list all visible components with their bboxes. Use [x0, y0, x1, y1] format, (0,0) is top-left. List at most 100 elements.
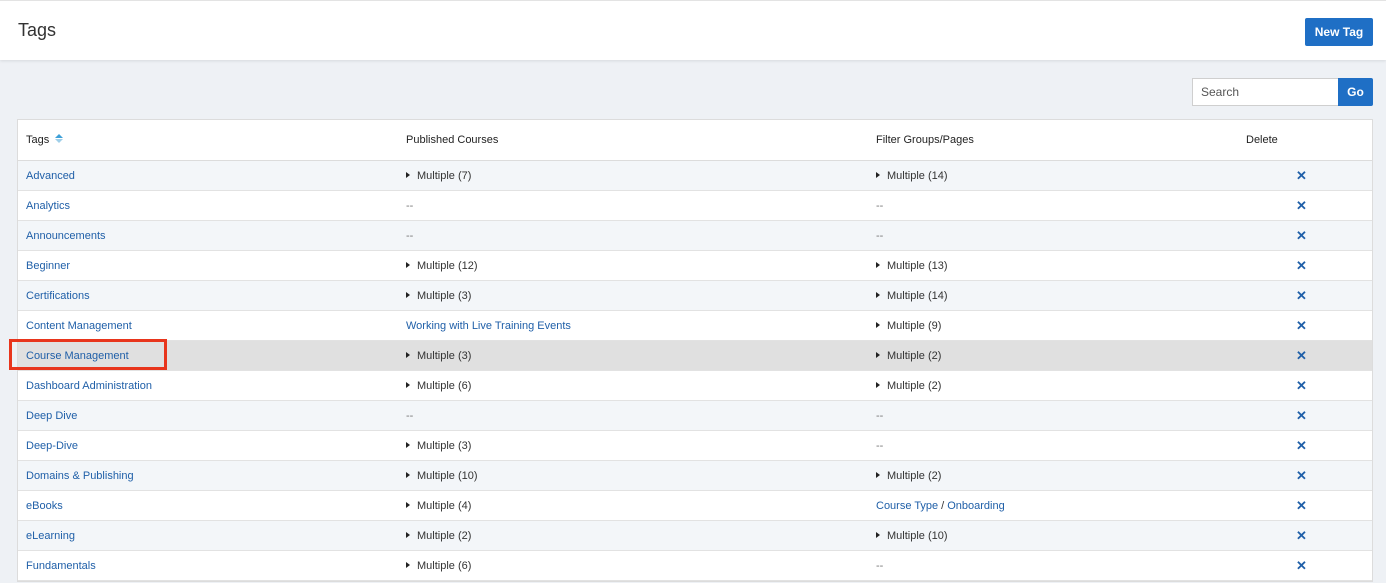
courses-expander[interactable]: Multiple (12) [406, 260, 478, 272]
caret-right-icon [876, 291, 880, 298]
caret-right-icon [876, 261, 880, 268]
delete-icon[interactable]: ✕ [1296, 259, 1307, 272]
delete-icon[interactable]: ✕ [1296, 529, 1307, 542]
sort-icon[interactable] [55, 134, 64, 144]
courses-expander[interactable]: Multiple (4) [406, 500, 471, 512]
filters-count: Multiple (2) [887, 379, 942, 392]
courses-expander[interactable]: Multiple (3) [406, 350, 471, 362]
tag-link[interactable]: Announcements [26, 230, 106, 242]
delete-icon[interactable]: ✕ [1296, 289, 1307, 302]
filters-link[interactable]: Onboarding [947, 500, 1005, 512]
tag-cell: Certifications [18, 280, 398, 311]
filters-expander[interactable]: Multiple (13) [876, 260, 948, 272]
tag-link[interactable]: Content Management [26, 320, 132, 332]
delete-cell: ✕ [1246, 310, 1372, 341]
caret-right-icon [406, 261, 410, 268]
delete-cell: ✕ [1246, 520, 1372, 551]
delete-cell: ✕ [1246, 340, 1372, 371]
tag-link[interactable]: Certifications [26, 290, 90, 302]
delete-icon[interactable]: ✕ [1296, 379, 1307, 392]
filters-expander[interactable]: Multiple (9) [876, 320, 941, 332]
tag-link[interactable]: eLearning [26, 530, 75, 542]
tag-link[interactable]: eBooks [26, 500, 63, 512]
tag-cell: Analytics [18, 190, 398, 221]
filters-expander[interactable]: Multiple (14) [876, 170, 948, 182]
caret-right-icon [876, 381, 880, 388]
courses-count: Multiple (12) [417, 259, 478, 272]
search-go-button[interactable]: Go [1338, 78, 1373, 106]
table-body: Advanced Multiple (7) Multiple (14) ✕ Analyt… [18, 160, 1372, 581]
courses-cell: Multiple (2) [398, 520, 868, 551]
delete-icon[interactable]: ✕ [1296, 169, 1307, 182]
tag-link[interactable]: Domains & Publishing [26, 470, 134, 482]
column-header-tags[interactable]: Tags [18, 120, 398, 161]
courses-cell: Multiple (12) [398, 250, 868, 281]
delete-cell: ✕ [1246, 430, 1372, 461]
courses-expander[interactable]: Multiple (2) [406, 530, 471, 542]
filters-expander[interactable]: Multiple (2) [876, 380, 941, 392]
new-tag-button[interactable]: New Tag [1305, 18, 1373, 46]
delete-cell: ✕ [1246, 160, 1372, 191]
courses-link[interactable]: Working with Live Training Events [406, 320, 571, 332]
table-row: Content Management Working with Live Trai… [18, 310, 1372, 341]
courses-expander[interactable]: Multiple (6) [406, 380, 471, 392]
tag-cell: Deep-Dive [18, 430, 398, 461]
tag-link[interactable]: Deep Dive [26, 410, 77, 422]
table-row: Announcements -- -- ✕ [18, 220, 1372, 251]
courses-expander[interactable]: Multiple (7) [406, 170, 471, 182]
tag-cell: Advanced [18, 160, 398, 191]
caret-right-icon [406, 381, 410, 388]
filters-count: Multiple (14) [887, 169, 948, 182]
delete-icon[interactable]: ✕ [1296, 319, 1307, 332]
courses-cell: Multiple (7) [398, 160, 868, 191]
filters-expander[interactable]: Multiple (14) [876, 290, 948, 302]
courses-cell: Multiple (4) [398, 490, 868, 521]
tag-cell: Course Management [18, 340, 398, 371]
filters-expander[interactable]: Multiple (2) [876, 470, 941, 482]
delete-icon[interactable]: ✕ [1296, 349, 1307, 362]
filters-cell: Multiple (2) [868, 340, 1246, 371]
courses-count: Multiple (6) [417, 559, 472, 572]
search-input[interactable] [1192, 78, 1338, 106]
filters-expander[interactable]: Multiple (2) [876, 350, 941, 362]
filters-count: Multiple (2) [887, 469, 942, 482]
delete-icon[interactable]: ✕ [1296, 229, 1307, 242]
tag-link[interactable]: Fundamentals [26, 560, 96, 572]
filters-expander[interactable]: Multiple (10) [876, 530, 948, 542]
table-row: Advanced Multiple (7) Multiple (14) ✕ [18, 160, 1372, 191]
courses-count: Multiple (7) [417, 169, 472, 182]
courses-expander[interactable]: Multiple (3) [406, 440, 471, 452]
tag-cell: eLearning [18, 520, 398, 551]
courses-expander[interactable]: Multiple (3) [406, 290, 471, 302]
delete-cell: ✕ [1246, 460, 1372, 491]
tag-cell: Dashboard Administration [18, 370, 398, 401]
caret-right-icon [406, 561, 410, 568]
courses-count: Multiple (4) [417, 499, 472, 512]
tag-link[interactable]: Advanced [26, 170, 75, 182]
tag-link[interactable]: Analytics [26, 200, 70, 212]
tag-cell: Content Management [18, 310, 398, 341]
filters-cell: -- [868, 220, 1246, 251]
tag-link[interactable]: Deep-Dive [26, 440, 78, 452]
delete-icon[interactable]: ✕ [1296, 469, 1307, 482]
delete-icon[interactable]: ✕ [1296, 499, 1307, 512]
delete-icon[interactable]: ✕ [1296, 199, 1307, 212]
courses-expander[interactable]: Multiple (10) [406, 470, 478, 482]
filters-cell: -- [868, 550, 1246, 581]
tag-link[interactable]: Beginner [26, 260, 70, 272]
courses-cell: -- [398, 220, 868, 251]
delete-icon[interactable]: ✕ [1296, 559, 1307, 572]
delete-cell: ✕ [1246, 490, 1372, 521]
courses-expander[interactable]: Multiple (6) [406, 560, 471, 572]
filters-cell: -- [868, 190, 1246, 221]
tag-link[interactable]: Dashboard Administration [26, 380, 152, 392]
filters-cell: Course Type / Onboarding [868, 490, 1246, 521]
page-header: Tags New Tag [0, 0, 1386, 60]
tag-link[interactable]: Course Management [26, 350, 129, 362]
delete-icon[interactable]: ✕ [1296, 409, 1307, 422]
filters-link[interactable]: Course Type [876, 500, 938, 512]
delete-icon[interactable]: ✕ [1296, 439, 1307, 452]
delete-cell: ✕ [1246, 370, 1372, 401]
courses-cell: Multiple (3) [398, 340, 868, 371]
filters-count: Multiple (10) [887, 529, 948, 542]
